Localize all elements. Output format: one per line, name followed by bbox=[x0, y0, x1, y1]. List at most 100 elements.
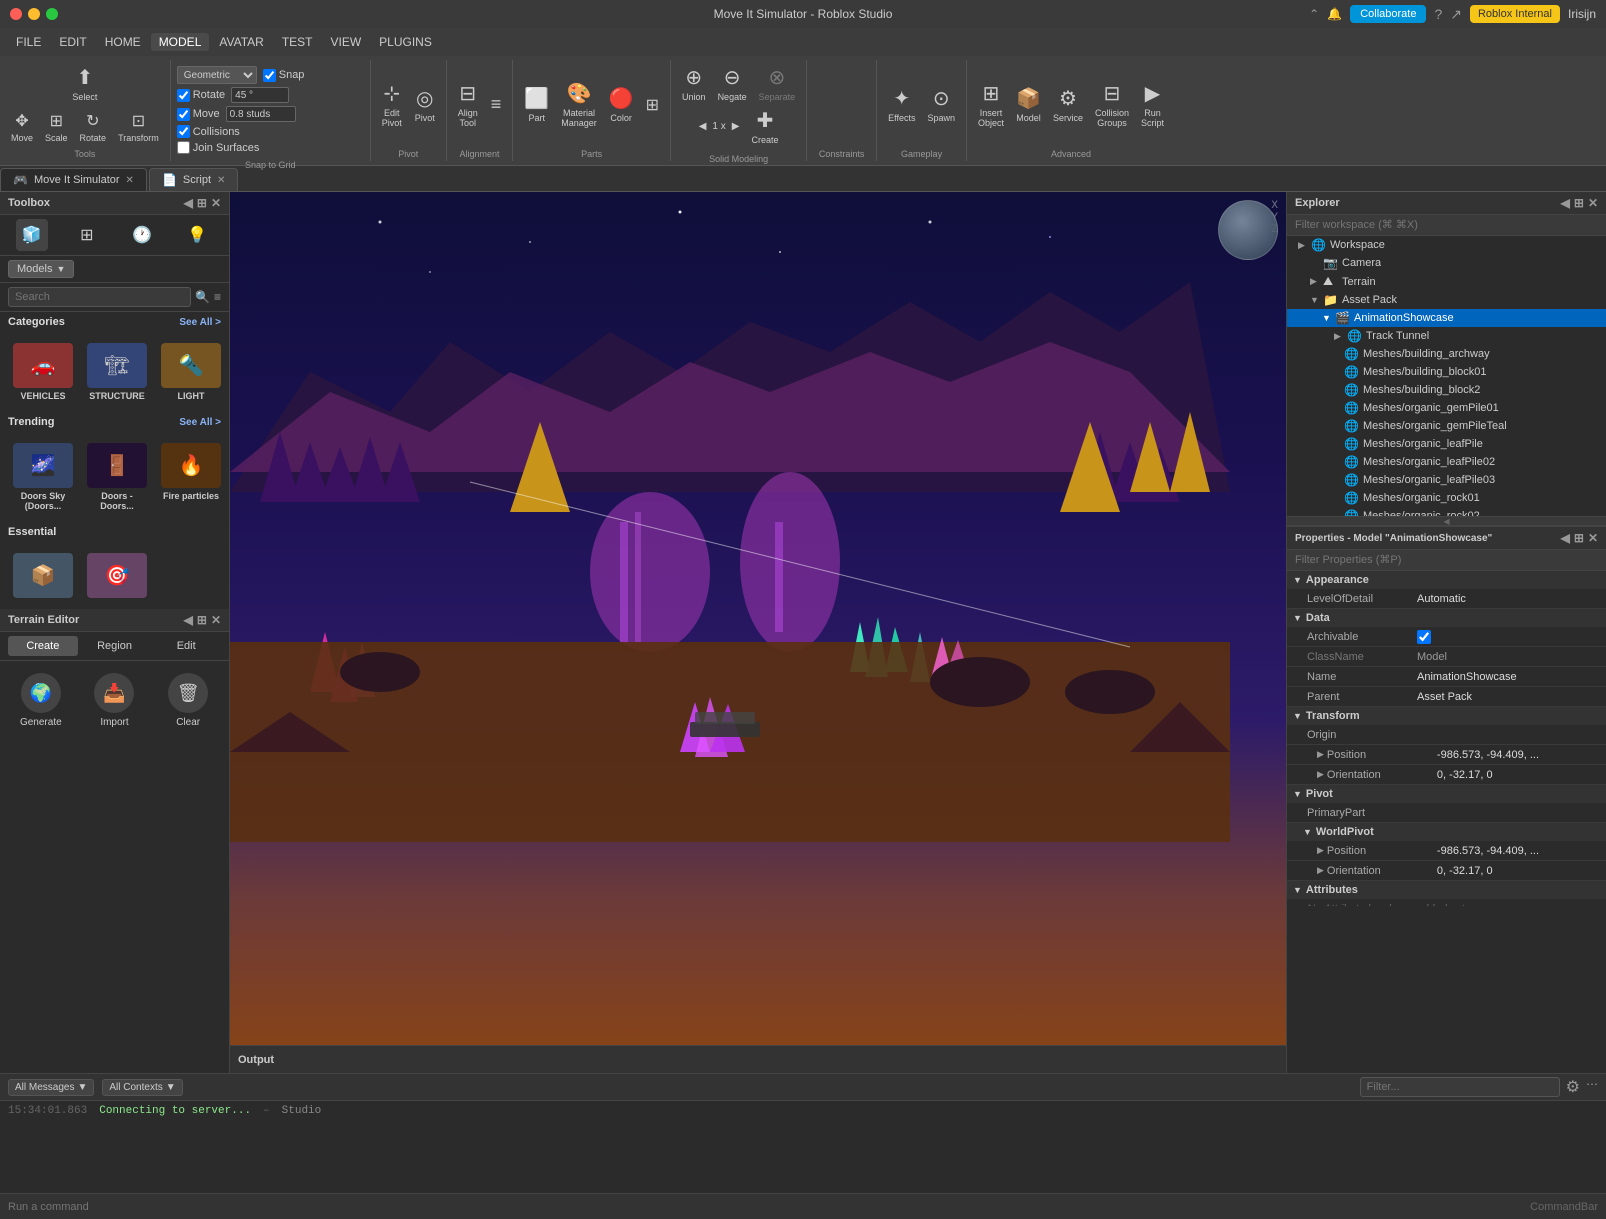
output-more-icon[interactable]: ⋯ bbox=[1586, 1077, 1598, 1097]
models-dropdown[interactable]: Models ▼ bbox=[8, 260, 74, 278]
explorer-filter-input[interactable] bbox=[1287, 215, 1606, 236]
track-tunnel-arrow[interactable]: ▶ bbox=[1334, 331, 1344, 342]
tree-item-terrain[interactable]: ▶ ⛰ Terrain bbox=[1287, 272, 1606, 291]
explorer-collapse-icon[interactable]: ◀ bbox=[1561, 196, 1570, 210]
toolbox-expand-icon[interactable]: ⊞ bbox=[197, 196, 207, 210]
collisions-checkbox[interactable] bbox=[177, 125, 190, 138]
trending-see-all[interactable]: See All > bbox=[179, 417, 221, 428]
model-tool[interactable]: 📦 Model bbox=[1011, 83, 1046, 126]
toolbox-nav-models[interactable]: 🧊 bbox=[16, 219, 48, 251]
trending-doors[interactable]: 🚪 Doors - Doors... bbox=[82, 436, 152, 518]
negate-tool[interactable]: ⊖ Negate bbox=[713, 62, 752, 105]
prop-origin[interactable]: Origin bbox=[1287, 725, 1606, 745]
properties-expand-icon[interactable]: ⊞ bbox=[1574, 531, 1584, 545]
toolbox-nav-settings[interactable]: 💡 bbox=[181, 219, 213, 251]
extra-parts-tool[interactable]: ⊞ bbox=[641, 92, 664, 118]
prop-worldpivot-position[interactable]: ▶ Position -986.573, -94.409, ... bbox=[1287, 841, 1606, 861]
count-display[interactable]: ◀ 1 x ▶ bbox=[694, 118, 745, 135]
panel-collapse-handle[interactable]: ◀ bbox=[1287, 516, 1606, 526]
explorer-tree[interactable]: ▶ 🌐 Workspace 📷 Camera ▶ ⛰ Terrain bbox=[1287, 236, 1606, 516]
prop-primary-part[interactable]: PrimaryPart bbox=[1287, 803, 1606, 823]
all-messages-dropdown[interactable]: All Messages ▼ bbox=[8, 1079, 94, 1096]
close-button[interactable] bbox=[10, 8, 22, 20]
insert-object-tool[interactable]: ⊞ InsertObject bbox=[973, 78, 1009, 131]
minimize-button[interactable] bbox=[28, 8, 40, 20]
filter-icon[interactable]: ≡ bbox=[214, 290, 221, 304]
arrow-up-icon[interactable]: ⌃ bbox=[1309, 7, 1319, 21]
categories-see-all[interactable]: See All > bbox=[179, 317, 221, 328]
tree-item-mesh-block2[interactable]: 🌐 Meshes/building_block2 bbox=[1287, 381, 1606, 399]
world-pivot-section[interactable]: ▼ WorldPivot bbox=[1287, 823, 1606, 841]
pivot-tool[interactable]: ◎ Pivot bbox=[410, 83, 440, 126]
category-vehicles[interactable]: 🚗 VEHICLES bbox=[8, 336, 78, 408]
rotate-value-input[interactable] bbox=[231, 87, 289, 103]
prop-position[interactable]: ▶ Position -986.573, -94.409, ... bbox=[1287, 745, 1606, 765]
spawn-tool[interactable]: ⊙ Spawn bbox=[922, 83, 960, 126]
appearance-section[interactable]: ▼ Appearance bbox=[1287, 571, 1606, 589]
toolbox-collapse-icon[interactable]: ◀ bbox=[184, 196, 193, 210]
tree-item-mesh-rock01[interactable]: 🌐 Meshes/organic_rock01 bbox=[1287, 489, 1606, 507]
command-input[interactable] bbox=[8, 1201, 1522, 1213]
explorer-expand-icon[interactable]: ⊞ bbox=[1574, 196, 1584, 210]
terrain-nav-create[interactable]: Create bbox=[8, 636, 78, 656]
service-tool[interactable]: ⚙ Service bbox=[1048, 83, 1088, 126]
prop-archivable[interactable]: Archivable bbox=[1287, 627, 1606, 647]
terrain-nav-edit[interactable]: Edit bbox=[151, 636, 221, 656]
menu-avatar[interactable]: AVATAR bbox=[211, 33, 271, 51]
tab-move-it-simulator[interactable]: 🎮 Move It Simulator ✕ bbox=[0, 168, 147, 191]
category-structure[interactable]: 🏗 STRUCTURE bbox=[82, 336, 152, 408]
rotate-toolbar-tool[interactable]: ↻ Rotate bbox=[75, 108, 112, 146]
tab-close-script[interactable]: ✕ bbox=[217, 175, 225, 186]
essential-item-1[interactable]: 📦 bbox=[8, 546, 78, 605]
terrain-expand-icon[interactable]: ⊞ bbox=[197, 613, 207, 627]
join-surfaces-checkbox[interactable] bbox=[177, 141, 190, 154]
tree-item-mesh-archway[interactable]: 🌐 Meshes/building_archway bbox=[1287, 345, 1606, 363]
terrain-arrow[interactable]: ▶ bbox=[1310, 276, 1320, 287]
properties-close-icon[interactable]: ✕ bbox=[1588, 531, 1598, 545]
terrain-clear-tool[interactable]: 🗑 Clear bbox=[155, 673, 221, 728]
menu-test[interactable]: TEST bbox=[274, 33, 321, 51]
tree-item-mesh-leafpile02[interactable]: 🌐 Meshes/organic_leafPile02 bbox=[1287, 453, 1606, 471]
properties-filter-input[interactable] bbox=[1295, 554, 1598, 566]
create-tool[interactable]: ✚ Create bbox=[746, 105, 783, 148]
explorer-close-icon[interactable]: ✕ bbox=[1588, 196, 1598, 210]
terrain-close-icon[interactable]: ✕ bbox=[211, 613, 221, 627]
all-contexts-dropdown[interactable]: All Contexts ▼ bbox=[102, 1079, 182, 1096]
category-light[interactable]: 🔦 LIGHT bbox=[156, 336, 226, 408]
properties-collapse-icon[interactable]: ◀ bbox=[1561, 531, 1570, 545]
edit-pivot-tool[interactable]: ⊹ EditPivot bbox=[377, 78, 407, 131]
union-tool[interactable]: ⊕ Union bbox=[677, 62, 711, 105]
prop-parent[interactable]: Parent Asset Pack bbox=[1287, 687, 1606, 707]
data-section[interactable]: ▼ Data bbox=[1287, 609, 1606, 627]
pivot-section[interactable]: ▼ Pivot bbox=[1287, 785, 1606, 803]
tree-item-mesh-leafpile03[interactable]: 🌐 Meshes/organic_leafPile03 bbox=[1287, 471, 1606, 489]
menu-plugins[interactable]: PLUGINS bbox=[371, 33, 440, 51]
align-tool[interactable]: ⊟ AlignTool bbox=[453, 78, 483, 131]
transform-tool[interactable]: ⊡ Transform bbox=[113, 108, 164, 146]
animation-showcase-arrow[interactable]: ▼ bbox=[1322, 313, 1332, 323]
asset-pack-arrow[interactable]: ▼ bbox=[1310, 295, 1320, 305]
viewport[interactable]: X Y Z Output bbox=[230, 192, 1286, 1073]
terrain-generate-tool[interactable]: 🌍 Generate bbox=[8, 673, 74, 728]
prop-orientation[interactable]: ▶ Orientation 0, -32.17, 0 bbox=[1287, 765, 1606, 785]
material-manager-tool[interactable]: 🎨 MaterialManager bbox=[556, 78, 602, 131]
tree-item-asset-pack[interactable]: ▼ 📁 Asset Pack bbox=[1287, 291, 1606, 309]
tree-item-track-tunnel[interactable]: ▶ 🌐 Track Tunnel bbox=[1287, 327, 1606, 345]
prop-worldpivot-orientation[interactable]: ▶ Orientation 0, -32.17, 0 bbox=[1287, 861, 1606, 881]
toolbox-nav-grid[interactable]: ⊞ bbox=[71, 219, 103, 251]
scale-tool[interactable]: ⊞ Scale bbox=[40, 108, 73, 146]
rotate-checkbox[interactable] bbox=[177, 89, 190, 102]
output-settings-icon[interactable]: ⚙ bbox=[1566, 1077, 1580, 1097]
part-tool[interactable]: ⬜ Part bbox=[519, 83, 554, 126]
select-tool[interactable]: ⬆ Select bbox=[67, 62, 102, 105]
terrain-nav-region[interactable]: Region bbox=[80, 636, 150, 656]
menu-file[interactable]: FILE bbox=[8, 33, 49, 51]
trending-doors-sky[interactable]: 🌌 Doors Sky (Doors... bbox=[8, 436, 78, 518]
toolbox-search-input[interactable] bbox=[8, 287, 191, 307]
align-extra-tool[interactable]: ≡ bbox=[486, 91, 507, 118]
roblox-internal-button[interactable]: Roblox Internal bbox=[1470, 5, 1560, 23]
toolbox-close-icon[interactable]: ✕ bbox=[211, 196, 221, 210]
terrain-collapse-icon[interactable]: ◀ bbox=[184, 613, 193, 627]
tree-item-camera[interactable]: 📷 Camera bbox=[1287, 254, 1606, 272]
help-icon[interactable]: ? bbox=[1434, 6, 1442, 22]
